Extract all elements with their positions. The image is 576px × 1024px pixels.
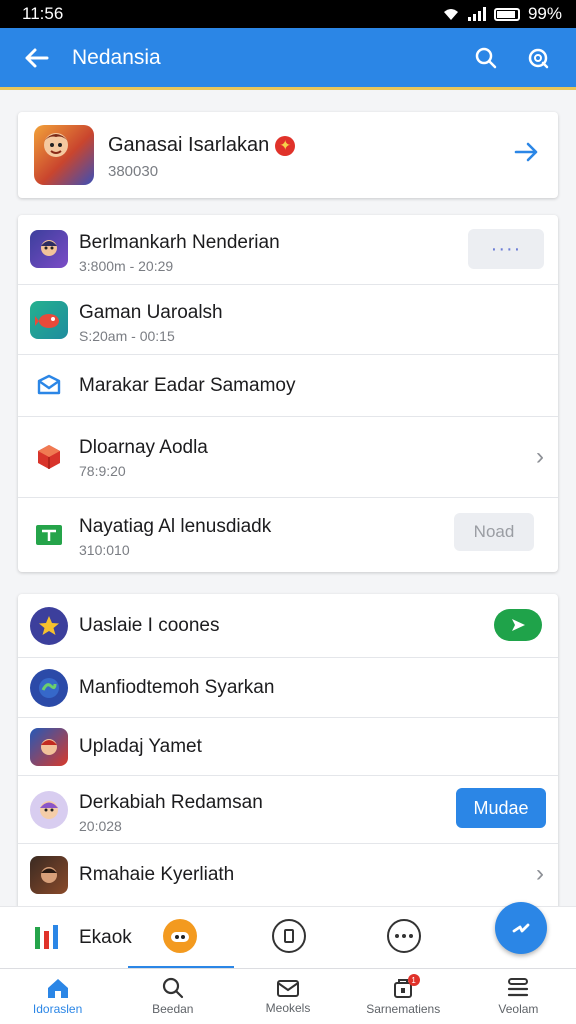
board-icon xyxy=(30,516,68,554)
wifi-icon xyxy=(443,9,458,20)
item-title: Upladaj Yamet xyxy=(79,736,202,757)
edit-icon xyxy=(512,923,530,933)
search-alt-icon xyxy=(528,48,549,68)
bottom-nav: Idoraslen Beedan Meokels 1 Sarnematiens … xyxy=(0,968,576,1024)
featured-subtitle: 380030 xyxy=(108,163,159,180)
status-bar: 11:56 99% xyxy=(0,0,576,28)
battery-icon xyxy=(493,7,520,21)
featured-title: Ganasai Isarlakan xyxy=(108,134,270,156)
search-alt-button[interactable] xyxy=(512,27,564,89)
status-time: 11:56 xyxy=(22,4,64,23)
nav-search[interactable]: Beedan xyxy=(115,969,230,1024)
item-title: Dloarnay Aodla xyxy=(79,437,208,458)
game-icon-hero xyxy=(30,230,68,268)
red-badge-icon: ✦ xyxy=(275,135,296,156)
list-item[interactable]: Upladaj Yamet xyxy=(18,718,558,776)
featured-game-icon xyxy=(34,125,94,185)
game-icon-rpg xyxy=(30,728,68,766)
dock-label: Ekaok xyxy=(79,927,132,948)
arrow-right-icon xyxy=(514,142,538,162)
list-item[interactable]: Berlmankarh Nenderian 3:800m - 20:29 ···… xyxy=(18,215,558,285)
floating-action-button[interactable] xyxy=(495,902,547,954)
list-item[interactable]: Nayatiag Al lenusdiadk 310:010 Noad xyxy=(18,498,558,572)
list-item[interactable]: Marakar Eadar Samamoy xyxy=(18,355,558,417)
item-title: Gaman Uaroalsh xyxy=(79,302,223,323)
nav-notifications[interactable]: 1 Sarnematiens xyxy=(346,969,461,1024)
list-item[interactable]: Rmahaie Kyerliath › xyxy=(18,844,558,906)
back-arrow-icon xyxy=(25,48,49,67)
cube-icon xyxy=(30,438,68,476)
menu-icon xyxy=(508,978,529,997)
play-button[interactable] xyxy=(494,609,542,641)
game-icon-fish xyxy=(30,301,68,339)
status-icons: 99% xyxy=(442,4,562,24)
app-bar: Nedansia xyxy=(0,28,576,90)
featured-open-button[interactable] xyxy=(514,140,540,169)
game-icon-dark xyxy=(30,856,68,894)
back-button[interactable] xyxy=(0,27,72,89)
list-item[interactable]: Dloarnay Aodla 78:9:20 › xyxy=(18,417,558,498)
item-subtitle: 20:028 xyxy=(79,818,122,834)
item-title: Derkabiah Redamsan xyxy=(79,792,263,813)
list-card-2: Uaslaie I coones Manfiodtemoh Syarkan Up… xyxy=(18,594,558,924)
search-icon xyxy=(475,47,497,68)
item-subtitle: 3:800m - 20:29 xyxy=(79,258,174,274)
nav-home[interactable]: Idoraslen xyxy=(0,969,115,1024)
list-item[interactable]: Derkabiah Redamsan 20:028 Mudae xyxy=(18,776,558,844)
notification-badge: 1 xyxy=(407,974,420,986)
mail-icon xyxy=(277,980,299,997)
list-item[interactable]: Gaman Uaroalsh S:20am - 00:15 xyxy=(18,285,558,355)
globe-icon xyxy=(30,669,68,707)
item-title: Berlmankarh Nenderian xyxy=(79,232,280,253)
nav-label: Meokels xyxy=(265,1001,311,1015)
search-icon xyxy=(162,977,183,999)
quick-dock: Ekaok xyxy=(0,906,576,968)
nav-label: Veolam xyxy=(498,1002,539,1016)
item-title: Rmahaie Kyerliath xyxy=(79,864,235,885)
item-title: Marakar Eadar Samamoy xyxy=(79,375,296,396)
item-title: Manfiodtemoh Syarkan xyxy=(79,677,275,698)
nav-menu[interactable]: Veolam xyxy=(461,969,576,1024)
list-item[interactable]: Uaslaie I coones xyxy=(18,594,558,658)
nav-label: Beedan xyxy=(152,1002,194,1016)
featured-card[interactable]: Ganasai Isarlakan ✦ 380030 xyxy=(18,112,558,198)
item-title: Nayatiag Al lenusdiadk xyxy=(79,516,272,537)
home-icon xyxy=(47,979,68,998)
game-icon-bars xyxy=(28,919,66,957)
battery-level: 99% xyxy=(527,4,562,23)
chevron-right-icon: › xyxy=(536,860,544,887)
nav-label: Idoraslen xyxy=(32,1002,83,1016)
star-icon xyxy=(30,607,68,645)
list-card-1: Berlmankarh Nenderian 3:800m - 20:29 ···… xyxy=(18,215,558,572)
item-subtitle: 78:9:20 xyxy=(79,463,126,479)
chevron-right-icon: › xyxy=(536,443,544,470)
play-icon xyxy=(512,619,525,631)
more-button[interactable]: ···· xyxy=(468,229,544,269)
more-dots-icon[interactable] xyxy=(387,919,421,953)
emoji-face-icon[interactable] xyxy=(163,919,197,953)
item-title: Uaslaie I coones xyxy=(79,615,220,636)
load-button[interactable]: Noad xyxy=(454,513,534,551)
item-subtitle: 310:010 xyxy=(79,542,130,558)
item-subtitle: S:20am - 00:15 xyxy=(79,328,175,344)
page-title: Nedansia xyxy=(72,45,161,69)
update-button[interactable]: Mudae xyxy=(456,788,546,828)
phone-icon[interactable] xyxy=(272,919,306,953)
search-button[interactable] xyxy=(460,27,512,89)
list-item[interactable]: Manfiodtemoh Syarkan xyxy=(18,658,558,718)
signal-icon xyxy=(467,7,486,21)
nav-mail[interactable]: Meokels xyxy=(230,969,345,1024)
avatar-icon xyxy=(30,791,68,829)
mail-shield-icon xyxy=(30,367,68,405)
nav-label: Sarnematiens xyxy=(366,1002,441,1016)
